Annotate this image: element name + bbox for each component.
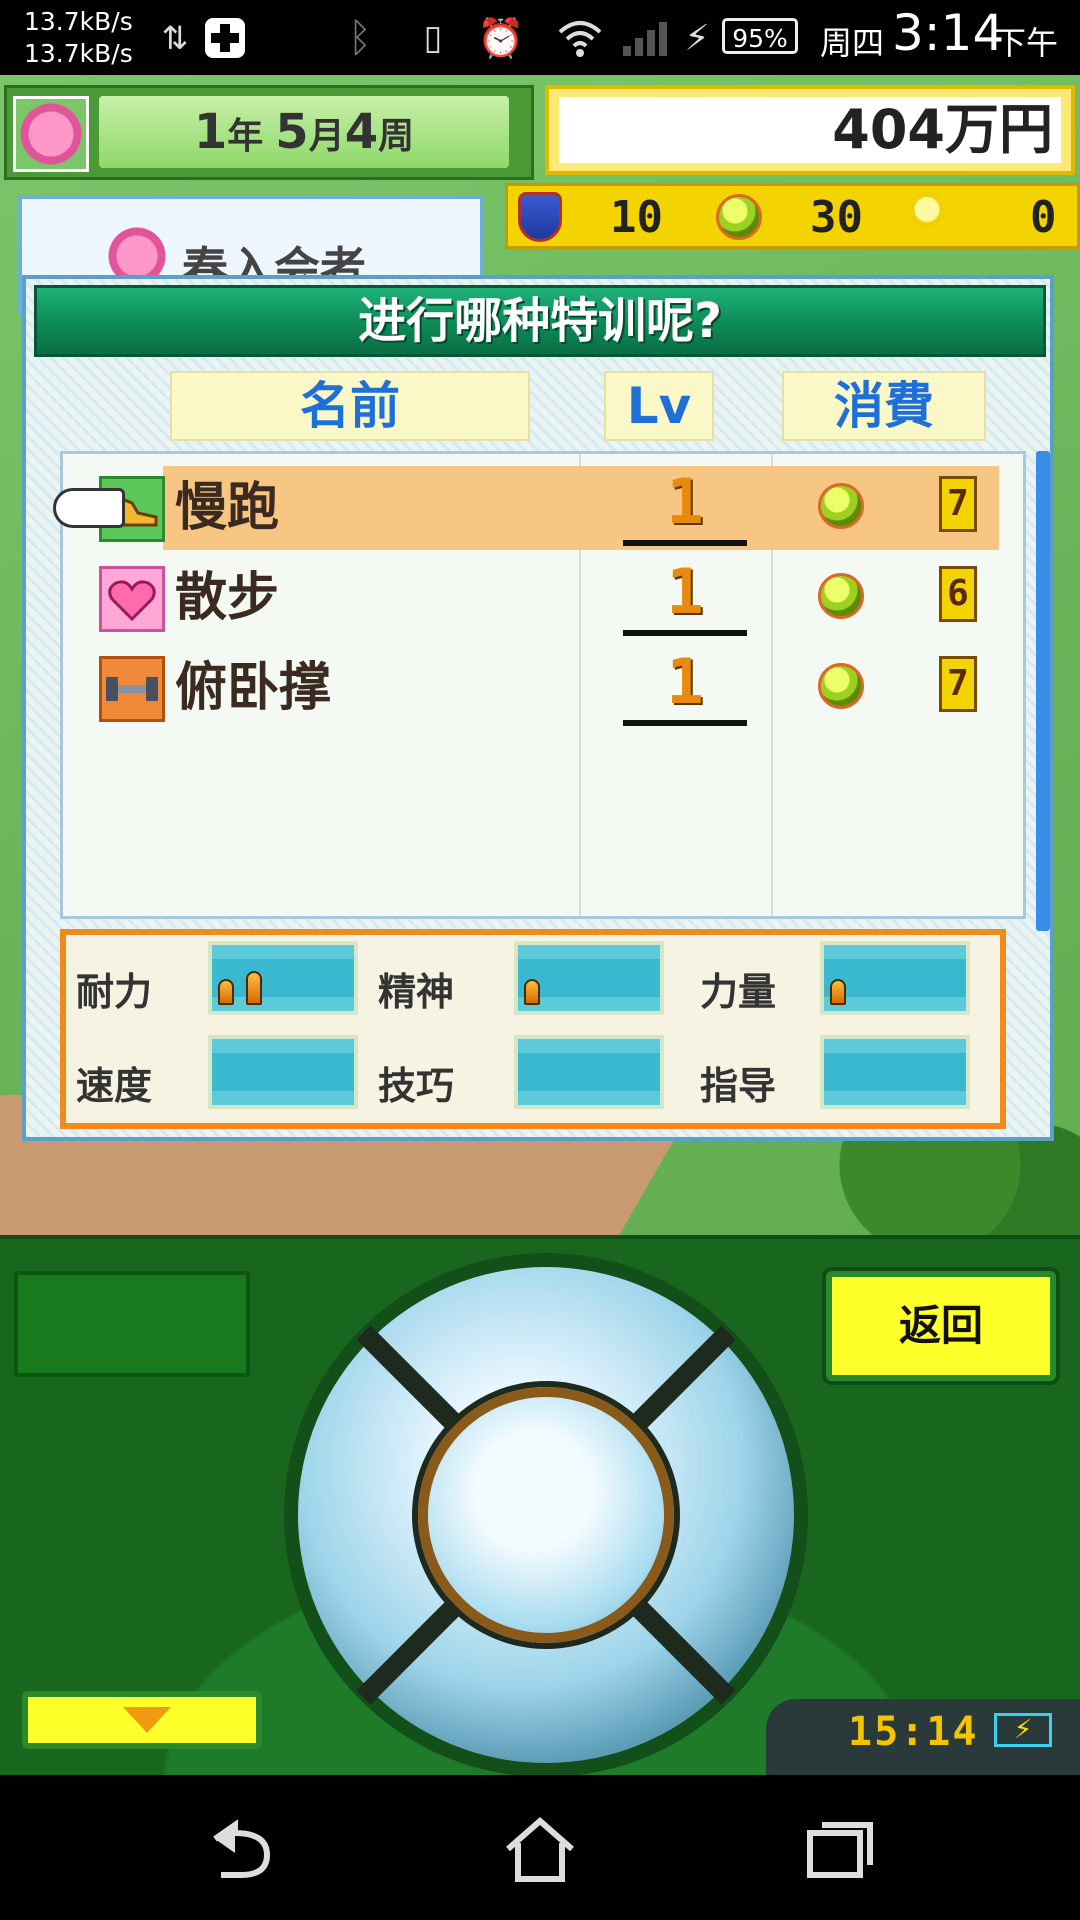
date-text: 1年 5月4周 (99, 96, 509, 168)
list-scrollbar[interactable] (1036, 451, 1050, 931)
battery-charging-icon: ⚡ (994, 1713, 1052, 1747)
triangle-down-icon (123, 1707, 171, 1733)
back-button[interactable]: 返回 (826, 1271, 1056, 1381)
training-cost: 6 (939, 566, 977, 622)
stat-effects-panel: 耐力 精神 力量 速度 技巧 指导 (60, 929, 1006, 1129)
controller-display (14, 1271, 250, 1377)
menu-down-button[interactable] (22, 1691, 262, 1749)
pointing-hand-icon (53, 488, 125, 528)
training-dialog: 进行哪种特训呢? 名前 Lv 消費 慢跑 1 7 散步 1 6 俯卧撑 1 7 … (22, 275, 1054, 1141)
training-name: 慢跑 (175, 478, 280, 538)
tennis-ball-icon (818, 663, 864, 709)
badge-resource: 10 (518, 191, 663, 243)
money-display: 404万円 (545, 85, 1075, 175)
home-nav-icon[interactable] (495, 1815, 585, 1885)
header-name: 名前 (170, 371, 530, 441)
badge-count: 10 (610, 191, 663, 243)
training-row-jogging[interactable]: 慢跑 1 7 (53, 466, 1023, 550)
training-name: 俯卧撑 (175, 658, 332, 718)
charging-icon: ⚡ (684, 17, 710, 59)
stat-label: 精神 (378, 970, 455, 1014)
ball-resource: 30 (716, 191, 863, 243)
bluetooth-icon: ᛒ (348, 15, 372, 61)
month-label: 月 (308, 116, 345, 157)
week-number: 4 (344, 104, 379, 160)
training-row-pushup[interactable]: 俯卧撑 1 7 (63, 646, 1023, 730)
recents-nav-icon[interactable] (795, 1815, 885, 1885)
status-ampm: 下午 (994, 24, 1059, 62)
data-transfer-icon: ⇅ (161, 19, 189, 57)
badge-icon (518, 192, 562, 242)
system-nav-bar (0, 1775, 1080, 1920)
clock-time: 15:14 (848, 1709, 979, 1755)
dumbbell-icon (99, 656, 165, 722)
training-level: 1 (623, 556, 747, 640)
vibrate-icon: ▯ (423, 18, 443, 58)
stat-label: 速度 (76, 1064, 153, 1108)
dialog-title: 进行哪种特训呢? (34, 285, 1046, 357)
lightbulb-icon (908, 192, 946, 242)
training-level: 1 (623, 646, 747, 730)
training-cost: 7 (939, 656, 977, 712)
training-row-walk[interactable]: 散步 1 6 (63, 556, 1023, 640)
net-down: 13.7kB/s (24, 39, 133, 68)
controller-clock: 15:14 ⚡ (766, 1699, 1080, 1775)
stat-label: 耐力 (76, 970, 153, 1014)
training-list: 慢跑 1 7 散步 1 6 俯卧撑 1 7 (53, 451, 1026, 919)
month-number: 5 (275, 104, 309, 160)
ball-count: 30 (810, 191, 863, 243)
directional-pad[interactable] (298, 1267, 794, 1763)
game-controller: 返回 15:14 ⚡ (0, 1235, 1080, 1779)
network-speed: 13.7kB/s 13.7kB/s (24, 6, 133, 70)
season-flower-icon (13, 96, 89, 172)
date-display: 1年 5月4周 (4, 85, 534, 180)
alarm-icon: ⏰ (477, 15, 525, 60)
resource-bar: 10 30 0 (505, 183, 1080, 249)
status-bar: 13.7kB/s 13.7kB/s ⇅ ᛒ ▯ ⏰ ⚡ 95% 周四 3:14 … (0, 0, 1080, 75)
money-value: 404万円 (559, 97, 1061, 163)
idea-count: 0 (1030, 191, 1057, 243)
medical-cross-icon (200, 10, 250, 66)
week-label: 周 (378, 116, 415, 157)
stat-pip (218, 979, 234, 1005)
training-name: 散步 (175, 568, 280, 628)
stat-bar-speed (208, 1035, 358, 1109)
selection-highlight (163, 466, 999, 550)
stat-bar-guidance (820, 1035, 970, 1109)
wifi-icon (555, 10, 605, 66)
training-cost: 7 (939, 476, 977, 532)
tennis-ball-icon (818, 573, 864, 619)
header-cost: 消費 (782, 371, 986, 441)
stat-bar-power (820, 941, 970, 1015)
stat-pip (246, 971, 262, 1005)
stat-bar-spirit (514, 941, 664, 1015)
stat-label: 指导 (700, 1064, 777, 1108)
year-number: 1 (193, 104, 228, 160)
back-nav-icon[interactable] (196, 1815, 286, 1885)
year-label: 年 (227, 116, 264, 157)
weekday: 周四 (820, 24, 885, 62)
idea-resource: 0 (908, 191, 1057, 243)
stat-label: 力量 (700, 970, 777, 1014)
stat-pip (830, 979, 846, 1005)
header-lv: Lv (604, 371, 714, 441)
status-time: 3:14 (892, 4, 1005, 62)
net-up: 13.7kB/s (24, 7, 133, 36)
battery-indicator: 95% (722, 18, 798, 54)
heart-icon (99, 566, 165, 632)
confirm-button[interactable] (418, 1387, 674, 1643)
tennis-ball-icon (818, 483, 864, 529)
stat-bar-skill (514, 1035, 664, 1109)
tennis-ball-icon (716, 194, 762, 240)
signal-icon (620, 10, 670, 66)
stat-bar-endurance (208, 941, 358, 1015)
stat-pip (524, 979, 540, 1005)
training-level: 1 (623, 466, 747, 550)
stat-label: 技巧 (378, 1064, 455, 1108)
